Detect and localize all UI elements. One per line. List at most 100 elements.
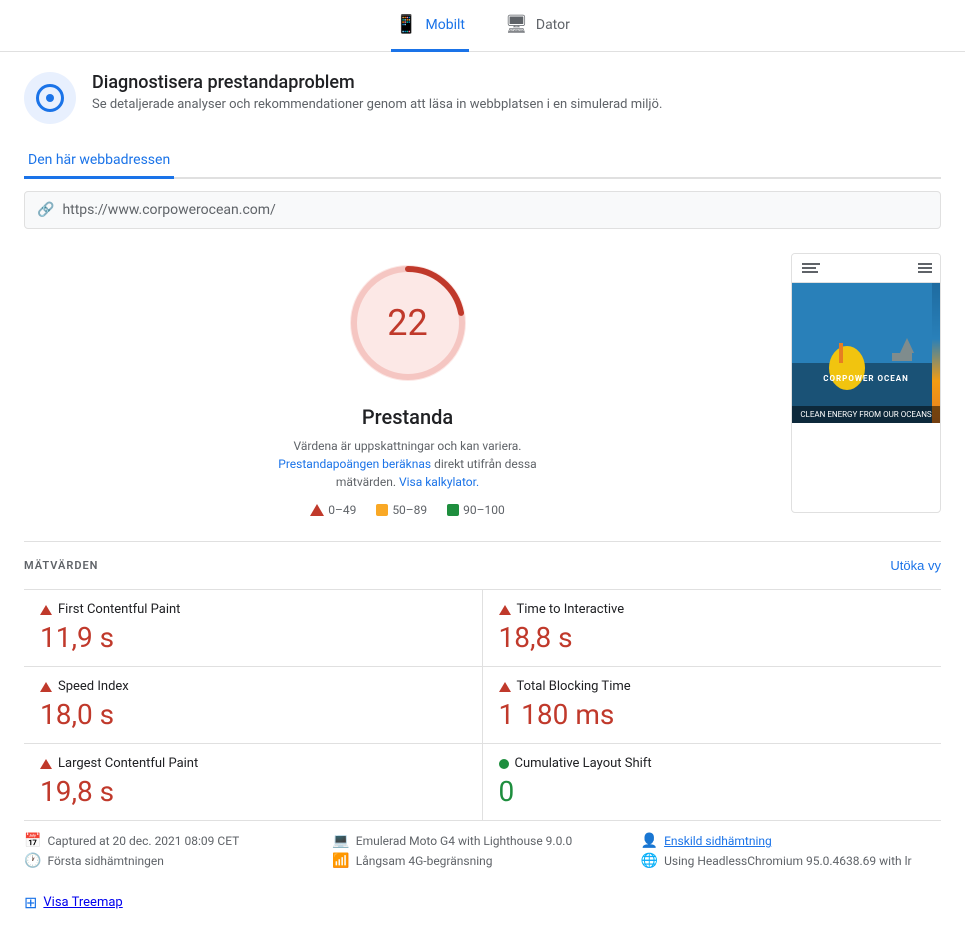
- footer-browser: 🌐 Using HeadlessChromium 95.0.4638.69 wi…: [641, 853, 941, 869]
- footer-first-fetch: 🕐 Första sidhämtningen: [24, 853, 324, 869]
- link-icon: 🔗: [37, 202, 54, 218]
- legend-bad-icon: [310, 504, 324, 516]
- footer-captured-text: Captured at 20 dec. 2021 08:09 CET: [47, 834, 239, 848]
- tab-desktop-label: Dator: [536, 17, 570, 33]
- expand-view-button[interactable]: Utöka vy: [890, 558, 941, 573]
- metric-fcp-icon: [40, 605, 52, 615]
- metric-si-name-row: Speed Index: [40, 679, 466, 694]
- legend-medium-label: 50–89: [392, 503, 427, 517]
- footer-col-right: 👤 Enskild sidhämtning 🌐 Using HeadlessCh…: [641, 833, 941, 869]
- metric-si-name: Speed Index: [58, 679, 129, 694]
- metrics-title: MÄTVÄRDEN: [24, 559, 98, 572]
- legend-good-icon: [447, 504, 459, 516]
- score-link1[interactable]: Prestandapoängen beräknas: [278, 457, 431, 471]
- footer-first-fetch-text: Första sidhämtningen: [47, 854, 163, 868]
- preview-image: CORPOWER OCEAN CLEAN ENERGY FROM OUR OCE…: [791, 253, 941, 513]
- metric-fcp: First Contentful Paint 11,9 s: [24, 589, 483, 666]
- diagnostics-header: Diagnostisera prestandaproblem Se detalj…: [24, 72, 941, 124]
- metric-cls-icon: [499, 759, 509, 769]
- metric-tbt-value: 1 180 ms: [499, 698, 926, 731]
- score-label: Prestanda: [362, 405, 453, 429]
- footer-captured: 📅 Captured at 20 dec. 2021 08:09 CET: [24, 833, 324, 849]
- score-left: 22 Prestanda Värdena är uppskattningar o…: [24, 253, 791, 517]
- treemap-row[interactable]: ⊞ Visa Treemap: [24, 881, 941, 924]
- footer-emulated-text: Emulerad Moto G4 with Lighthouse 9.0.0: [356, 834, 572, 848]
- footer-single-fetch: 👤 Enskild sidhämtning: [641, 833, 941, 849]
- tab-mobile[interactable]: 📱 Mobilt: [391, 0, 469, 52]
- metric-lcp-name-row: Largest Contentful Paint: [40, 756, 466, 771]
- metric-fcp-value: 11,9 s: [40, 621, 466, 654]
- desktop-icon: 🖥: [505, 14, 528, 35]
- metrics-divider: [24, 541, 941, 542]
- treemap-link[interactable]: Visa Treemap: [43, 895, 122, 910]
- legend-bad-label: 0–49: [328, 503, 356, 517]
- preview-caption: CLEAN ENERGY FROM OUR OCEANS: [792, 406, 940, 423]
- metric-si: Speed Index 18,0 s: [24, 666, 483, 743]
- score-desc-text: Värdena är uppskattningar och kan varier…: [294, 439, 522, 453]
- footer-col-left: 📅 Captured at 20 dec. 2021 08:09 CET 🕐 F…: [24, 833, 324, 869]
- browser-icon: 🌐: [641, 853, 658, 869]
- preview-overlay: CORPOWER OCEAN: [823, 324, 908, 383]
- metric-cls-name: Cumulative Layout Shift: [515, 756, 652, 771]
- metric-lcp: Largest Contentful Paint 19,8 s: [24, 743, 483, 820]
- legend-bad: 0–49: [310, 503, 356, 517]
- tab-desktop[interactable]: 🖥 Dator: [501, 0, 574, 52]
- person-icon: 👤: [641, 833, 658, 849]
- diagnostics-icon-wrap: [24, 72, 76, 124]
- tab-mobile-label: Mobilt: [426, 17, 465, 33]
- wifi-icon: 📶: [332, 853, 349, 869]
- metrics-header: MÄTVÄRDEN Utöka vy: [24, 558, 941, 573]
- metrics-grid: First Contentful Paint 11,9 s Time to In…: [24, 589, 941, 820]
- metric-lcp-icon: [40, 759, 52, 769]
- metric-si-icon: [40, 682, 52, 692]
- mobile-icon: 📱: [395, 14, 417, 35]
- score-section: 22 Prestanda Värdena är uppskattningar o…: [24, 253, 941, 517]
- preview-header: [792, 254, 940, 283]
- metric-tti-name: Time to Interactive: [517, 602, 625, 617]
- preview-logo-icon: [800, 260, 830, 276]
- preview-logo-text: CORPOWER OCEAN: [823, 374, 908, 383]
- main-content: Diagnostisera prestandaproblem Se detalj…: [0, 52, 965, 944]
- metric-tti-icon: [499, 605, 511, 615]
- metric-tbt-name-row: Total Blocking Time: [499, 679, 926, 694]
- score-circle: 22: [338, 253, 478, 393]
- device-icon: 💻: [332, 833, 349, 849]
- preview-ocean-bg: CORPOWER OCEAN CLEAN ENERGY FROM OUR OCE…: [792, 283, 940, 423]
- url-input-row: 🔗 https://www.corpowerocean.com/: [24, 191, 941, 229]
- score-description: Värdena är uppskattningar och kan varier…: [248, 437, 568, 491]
- diagnostics-icon: [36, 84, 64, 112]
- footer-network: 📶 Långsam 4G-begränsning: [332, 853, 632, 869]
- metric-tti-value: 18,8 s: [499, 621, 926, 654]
- metric-cls-name-row: Cumulative Layout Shift: [499, 756, 926, 771]
- url-tab-this[interactable]: Den här webbadressen: [24, 144, 174, 179]
- metric-tbt-name: Total Blocking Time: [517, 679, 631, 694]
- metric-tti: Time to Interactive 18,8 s: [483, 589, 942, 666]
- metric-tbt: Total Blocking Time 1 180 ms: [483, 666, 942, 743]
- metric-lcp-value: 19,8 s: [40, 775, 466, 808]
- diagnostics-title: Diagnostisera prestandaproblem: [92, 72, 662, 93]
- url-value[interactable]: https://www.corpowerocean.com/: [62, 202, 275, 218]
- footer-browser-text: Using HeadlessChromium 95.0.4638.69 with…: [664, 854, 912, 868]
- score-legend: 0–49 50–89 90–100: [310, 503, 505, 517]
- url-tabs: Den här webbadressen: [24, 144, 941, 179]
- preview-logo: [800, 260, 830, 276]
- score-number: 22: [387, 302, 427, 344]
- footer-emulated: 💻 Emulerad Moto G4 with Lighthouse 9.0.0: [332, 833, 632, 849]
- metric-si-value: 18,0 s: [40, 698, 466, 731]
- treemap-icon: ⊞: [24, 893, 37, 912]
- legend-good-label: 90–100: [463, 503, 505, 517]
- legend-good: 90–100: [447, 503, 505, 517]
- metric-fcp-name-row: First Contentful Paint: [40, 602, 466, 617]
- metric-fcp-name: First Contentful Paint: [58, 602, 180, 617]
- footer-network-text: Långsam 4G-begränsning: [356, 854, 493, 868]
- legend-medium-icon: [376, 504, 388, 516]
- footer-info: 📅 Captured at 20 dec. 2021 08:09 CET 🕐 F…: [24, 820, 941, 881]
- metric-tti-name-row: Time to Interactive: [499, 602, 926, 617]
- metric-cls: Cumulative Layout Shift 0: [483, 743, 942, 820]
- diagnostics-text: Diagnostisera prestandaproblem Se detalj…: [92, 72, 662, 112]
- metric-tbt-icon: [499, 682, 511, 692]
- clock-icon: 🕐: [24, 853, 41, 869]
- footer-col-mid: 💻 Emulerad Moto G4 with Lighthouse 9.0.0…: [332, 833, 632, 869]
- footer-single-fetch-link[interactable]: Enskild sidhämtning: [664, 834, 772, 848]
- score-link2[interactable]: Visa kalkylator.: [399, 475, 479, 489]
